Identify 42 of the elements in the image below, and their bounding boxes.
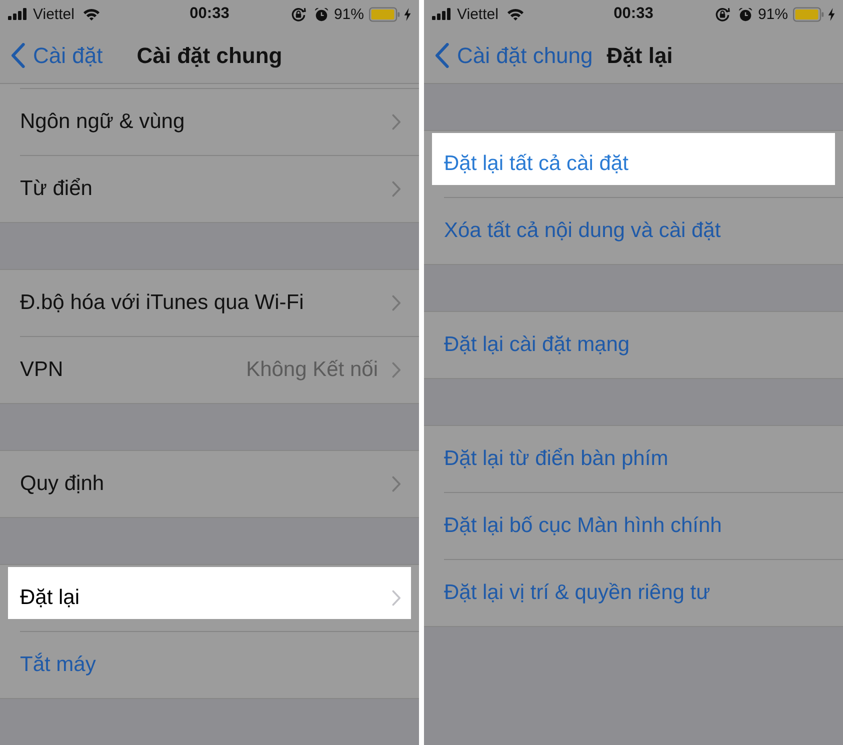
chevron-icon (392, 295, 401, 311)
back-chevron-icon (435, 43, 449, 68)
settings-row[interactable]: Tắt máy (0, 632, 419, 698)
settings-row[interactable]: Đ.bộ hóa với iTunes qua Wi-Fi (0, 270, 419, 336)
wifi-icon (507, 8, 524, 20)
settings-row[interactable]: Ngôn ngữ & vùng (0, 89, 419, 155)
page-title: Đặt lại (606, 42, 673, 68)
carrier-name: Viettel (33, 6, 74, 22)
back-chevron-icon (11, 43, 25, 68)
back-button[interactable]: Cài đặt chung (424, 42, 593, 68)
settings-row[interactable]: Đặt lại bố cục Màn hình chính (424, 493, 843, 559)
settings-row[interactable]: Quy định (0, 451, 419, 517)
settings-row[interactable]: Từ điển (0, 156, 419, 222)
rotation-lock-icon (290, 6, 306, 22)
alarm-clock-icon (738, 6, 753, 22)
signal-bars-icon (8, 8, 28, 20)
clock-time: 00:33 (614, 5, 654, 23)
settings-row[interactable]: Đặt lại vị trí & quyền riêng tư (424, 560, 843, 626)
wifi-icon (83, 8, 100, 20)
chevron-icon (392, 181, 401, 197)
settings-row[interactable]: VPN Không Kết nối (0, 337, 419, 403)
page-title: Cài đặt chung (136, 42, 282, 68)
settings-row[interactable]: Đặt lại từ điển bàn phím (424, 426, 843, 492)
chevron-icon (392, 114, 401, 130)
carrier-name: Viettel (457, 6, 498, 22)
clock-time: 00:33 (190, 5, 230, 23)
row-value: Không Kết nối (246, 358, 378, 382)
chevron-icon (392, 362, 401, 378)
rotation-lock-icon (714, 6, 730, 22)
settings-row[interactable]: Xóa tất cả nội dung và cài đặt (424, 198, 843, 264)
battery-percentage: 91% (334, 6, 364, 22)
charging-bolt-icon (828, 8, 835, 20)
battery-icon (369, 6, 400, 22)
back-button[interactable]: Cài đặt (0, 42, 103, 68)
charging-bolt-icon (404, 8, 411, 20)
settings-row[interactable]: Đặt lại cài đặt mạng (424, 312, 843, 378)
signal-bars-icon (432, 8, 452, 20)
battery-icon (793, 6, 824, 22)
alarm-clock-icon (314, 6, 329, 22)
chevron-icon (392, 476, 401, 492)
chevron-icon (392, 590, 401, 606)
battery-percentage: 91% (758, 6, 788, 22)
